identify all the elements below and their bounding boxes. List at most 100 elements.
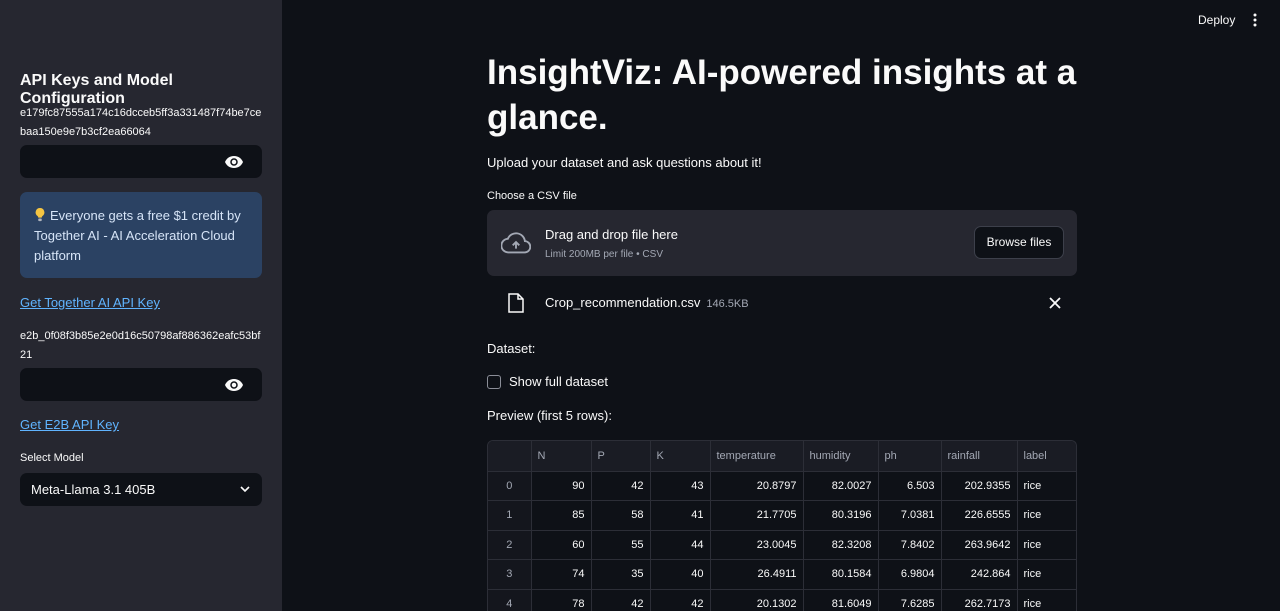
together-key-input[interactable] xyxy=(21,146,221,177)
dropzone-limit: Limit 200MB per file • CSV xyxy=(545,249,663,260)
lightbulb-icon xyxy=(35,208,45,222)
table-row: 4 78 42 42 20.1302 81.6049 7.6285 262.71… xyxy=(488,589,1076,611)
info-text: Everyone gets a free $1 credit by Togeth… xyxy=(34,208,241,263)
more-vertical-icon[interactable] xyxy=(1250,13,1260,27)
browse-files-button[interactable]: Browse files xyxy=(974,226,1064,259)
table-cell: 80.3196 xyxy=(803,500,879,531)
uploaded-file-name: Crop_recommendation.csv xyxy=(545,295,701,310)
table-row: 2 60 55 44 23.0045 82.3208 7.8402 263.96… xyxy=(488,530,1076,560)
show-full-dataset-checkbox[interactable] xyxy=(487,375,501,389)
table-cell: 41 xyxy=(650,500,711,531)
table-cell: rice xyxy=(1017,559,1076,590)
column-header[interactable]: N xyxy=(531,441,592,472)
data-table: N P K temperature humidity ph rainfall l… xyxy=(487,440,1077,611)
table-cell: 242.864 xyxy=(941,559,1018,590)
table-cell: 263.9642 xyxy=(941,530,1018,560)
info-alert: Everyone gets a free $1 credit by Togeth… xyxy=(20,192,262,278)
table-cell: 20.8797 xyxy=(710,471,804,501)
table-cell: 44 xyxy=(650,530,711,560)
column-header[interactable]: humidity xyxy=(803,441,879,472)
together-api-link[interactable]: Get Together AI API Key xyxy=(20,295,160,310)
table-cell: 78 xyxy=(531,589,592,611)
together-key-label: e179fc87555a174c16dcceb5ff3a331487f74be7… xyxy=(20,107,262,138)
table-cell: 82.3208 xyxy=(803,530,879,560)
page-subtitle: Upload your dataset and ask questions ab… xyxy=(487,155,762,170)
close-icon[interactable] xyxy=(1049,297,1061,309)
cloud-upload-icon xyxy=(501,232,531,254)
table-cell: 23.0045 xyxy=(710,530,804,560)
table-cell: 26.4911 xyxy=(710,559,804,590)
table-cell: 35 xyxy=(591,559,651,590)
column-header[interactable]: ph xyxy=(878,441,942,472)
table-header-row: N P K temperature humidity ph rainfall l… xyxy=(488,441,1076,472)
table-cell: 7.0381 xyxy=(878,500,942,531)
model-select[interactable]: Meta-Llama 3.1 405B xyxy=(20,473,262,506)
model-select-value: Meta-Llama 3.1 405B xyxy=(31,482,156,497)
file-icon xyxy=(508,293,524,313)
table-cell: 80.1584 xyxy=(803,559,879,590)
e2b-key-label: e2b_0f08f3b85e2e0d16c50798af886362eafc53… xyxy=(20,330,261,361)
table-cell: 7.8402 xyxy=(878,530,942,560)
table-cell: 82.0027 xyxy=(803,471,879,501)
table-cell: rice xyxy=(1017,471,1076,501)
row-index: 0 xyxy=(488,471,532,501)
table-row: 0 90 42 43 20.8797 82.0027 6.503 202.935… xyxy=(488,471,1076,501)
column-header[interactable]: label xyxy=(1017,441,1076,472)
table-cell: rice xyxy=(1017,500,1076,531)
table-cell: 60 xyxy=(531,530,592,560)
show-full-dataset-label: Show full dataset xyxy=(509,374,609,389)
column-header[interactable]: P xyxy=(591,441,651,472)
table-cell: 6.9804 xyxy=(878,559,942,590)
uploaded-file: Crop_recommendation.csv 146.5KB xyxy=(487,286,1077,320)
table-cell: 90 xyxy=(531,471,592,501)
table-cell: 21.7705 xyxy=(710,500,804,531)
together-key-input-wrapper xyxy=(20,145,262,178)
app-root: API Keys and Model Configuration e179fc8… xyxy=(0,0,1280,611)
table-cell: rice xyxy=(1017,530,1076,560)
column-header[interactable]: temperature xyxy=(710,441,804,472)
deploy-button[interactable]: Deploy xyxy=(1192,11,1241,29)
table-cell: 42 xyxy=(591,589,651,611)
table-cell: 262.7173 xyxy=(941,589,1018,611)
table-cell: 42 xyxy=(591,471,651,501)
sidebar: API Keys and Model Configuration e179fc8… xyxy=(0,0,282,611)
uploaded-file-size: 146.5KB xyxy=(706,298,749,310)
dropzone-instruction: Drag and drop file here xyxy=(545,227,678,242)
table-cell: 7.6285 xyxy=(878,589,942,611)
e2b-key-input-wrapper xyxy=(20,368,262,401)
eye-icon[interactable] xyxy=(225,378,243,392)
row-index: 3 xyxy=(488,559,532,590)
row-index: 4 xyxy=(488,589,532,611)
uploaded-file-name-row: Crop_recommendation.csv 146.5KB xyxy=(545,295,749,310)
table-cell: 55 xyxy=(591,530,651,560)
column-header[interactable] xyxy=(488,441,532,472)
table-cell: rice xyxy=(1017,589,1076,611)
e2b-key-input[interactable] xyxy=(21,369,221,400)
table-cell: 226.6555 xyxy=(941,500,1018,531)
page-title: InsightViz: AI-powered insights at a gla… xyxy=(487,53,1077,137)
chevron-down-icon xyxy=(240,486,250,493)
row-index: 2 xyxy=(488,530,532,560)
table-cell: 20.1302 xyxy=(710,589,804,611)
table-cell: 40 xyxy=(650,559,711,590)
table-cell: 85 xyxy=(531,500,592,531)
table-row: 1 85 58 41 21.7705 80.3196 7.0381 226.65… xyxy=(488,500,1076,531)
select-model-label: Select Model xyxy=(20,452,84,464)
table-cell: 6.503 xyxy=(878,471,942,501)
table-cell: 74 xyxy=(531,559,592,590)
table-cell: 58 xyxy=(591,500,651,531)
table-cell: 202.9355 xyxy=(941,471,1018,501)
file-dropzone[interactable]: Drag and drop file here Limit 200MB per … xyxy=(487,210,1077,276)
column-header[interactable]: K xyxy=(650,441,711,472)
dataset-label: Dataset: xyxy=(487,341,536,356)
preview-label: Preview (first 5 rows): xyxy=(487,408,612,423)
table-row: 3 74 35 40 26.4911 80.1584 6.9804 242.86… xyxy=(488,559,1076,590)
column-header[interactable]: rainfall xyxy=(941,441,1018,472)
eye-icon[interactable] xyxy=(225,155,243,169)
row-index: 1 xyxy=(488,500,532,531)
sidebar-title: API Keys and Model Configuration xyxy=(20,72,173,107)
table-cell: 81.6049 xyxy=(803,589,879,611)
upload-label: Choose a CSV file xyxy=(487,190,577,202)
e2b-api-link[interactable]: Get E2B API Key xyxy=(20,417,119,432)
table-cell: 42 xyxy=(650,589,711,611)
